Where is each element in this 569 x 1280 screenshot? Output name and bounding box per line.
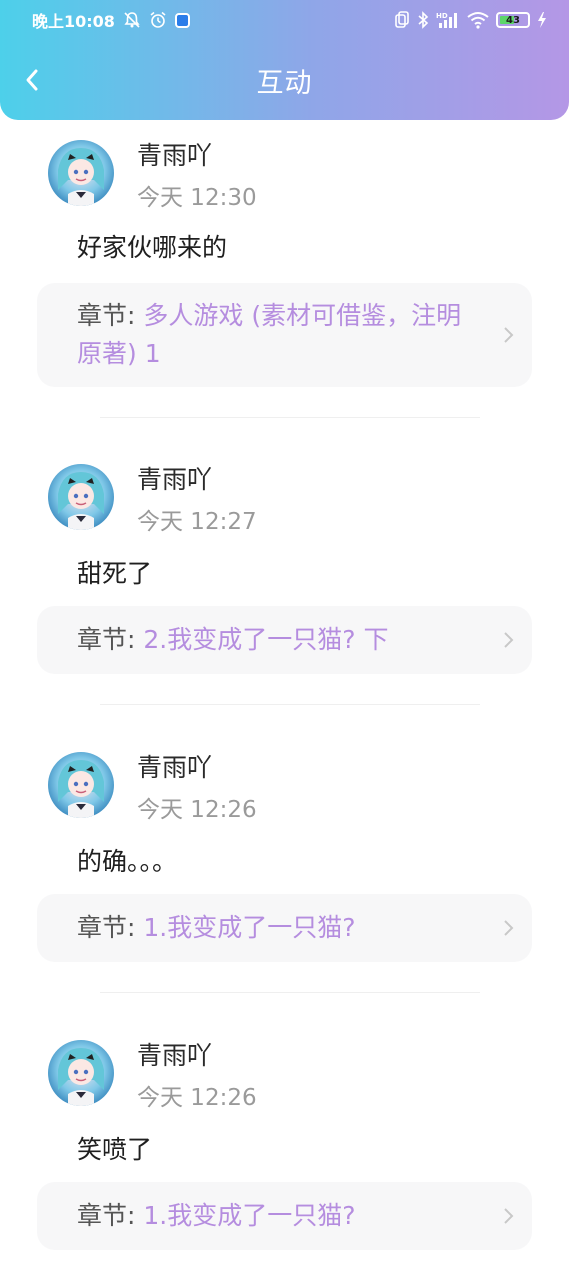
mute-bell-icon	[123, 11, 141, 29]
timestamp: 今天 12:26	[137, 1085, 257, 1111]
chapter-prefix: 章节:	[77, 301, 144, 330]
chapter-name: 1.我变成了一只猫?	[143, 1201, 356, 1230]
status-left: 晚上10:08	[32, 8, 190, 32]
chapter-text: 章节: 1.我变成了一只猫?	[77, 909, 356, 947]
username[interactable]: 青雨吖	[137, 1036, 212, 1072]
comment-card: 青雨吖 今天 12:27 甜死了 章节: 2.我变成了一只猫? 下	[0, 460, 569, 750]
chapter-prefix: 章节:	[77, 625, 144, 654]
chapter-name: 1.我变成了一只猫?	[143, 913, 356, 942]
back-button[interactable]	[18, 66, 46, 94]
comment-text: 的确。。。	[77, 847, 178, 876]
status-right: HD 43	[394, 11, 547, 29]
chapter-text: 章节: 2.我变成了一只猫? 下	[77, 621, 388, 659]
chapter-text: 章节: 1.我变成了一只猫?	[77, 1197, 356, 1235]
chapter-prefix: 章节:	[77, 1201, 144, 1230]
comment-text: 笑喷了	[77, 1135, 153, 1164]
battery-icon: 43	[496, 12, 530, 28]
timestamp: 今天 12:26	[137, 797, 257, 823]
chevron-right-icon	[504, 327, 514, 343]
chapter-link[interactable]: 章节: 2.我变成了一只猫? 下	[37, 606, 532, 674]
charging-icon	[537, 11, 547, 29]
bluetooth-icon	[417, 11, 429, 29]
comment-card: 青雨吖 今天 12:26 的确。。。 章节: 1.我变成了一只猫?	[0, 748, 569, 1038]
timestamp: 今天 12:27	[137, 509, 257, 535]
chapter-link[interactable]: 章节: 1.我变成了一只猫?	[37, 1182, 532, 1250]
chapter-link[interactable]: 章节: 多人游戏 (素材可借鉴，注明原著) 1	[37, 283, 532, 387]
divider	[100, 417, 480, 418]
chevron-left-icon	[26, 69, 38, 91]
username[interactable]: 青雨吖	[137, 748, 212, 784]
avatar[interactable]	[48, 1040, 114, 1106]
username[interactable]: 青雨吖	[137, 136, 212, 172]
chevron-right-icon	[504, 920, 514, 936]
comment-card: 青雨吖 今天 12:30 好家伙哪来的 章节: 多人游戏 (素材可借鉴，注明原著…	[0, 130, 569, 420]
status-time: 晚上10:08	[32, 12, 115, 31]
hd-signal-icon: HD	[436, 11, 460, 29]
alarm-icon	[149, 11, 167, 29]
page-title: 互动	[256, 67, 313, 99]
chevron-right-icon	[504, 632, 514, 648]
app-notification-icon	[174, 12, 190, 28]
divider	[100, 704, 480, 705]
chapter-prefix: 章节:	[77, 913, 144, 942]
timestamp: 今天 12:30	[137, 185, 257, 211]
divider	[100, 992, 480, 993]
page-header: 互动	[0, 40, 569, 120]
nfc-icon	[394, 11, 410, 29]
status-bar: 晚上10:08 HD 43	[0, 0, 569, 40]
chapter-text: 章节: 多人游戏 (素材可借鉴，注明原著) 1	[77, 297, 484, 373]
avatar[interactable]	[48, 752, 114, 818]
chapter-name: 2.我变成了一只猫? 下	[143, 625, 389, 654]
avatar[interactable]	[48, 464, 114, 530]
chevron-right-icon	[504, 1208, 514, 1224]
avatar[interactable]	[48, 140, 114, 206]
comment-text: 甜死了	[77, 559, 153, 588]
comment-card: 青雨吖 今天 12:26 笑喷了 章节: 1.我变成了一只猫?	[0, 1036, 569, 1280]
chapter-link[interactable]: 章节: 1.我变成了一只猫?	[37, 894, 532, 962]
username[interactable]: 青雨吖	[137, 460, 212, 496]
battery-level: 43	[506, 14, 520, 26]
svg-text:HD: HD	[436, 12, 448, 20]
comment-text: 好家伙哪来的	[77, 233, 228, 262]
wifi-icon	[467, 11, 489, 29]
